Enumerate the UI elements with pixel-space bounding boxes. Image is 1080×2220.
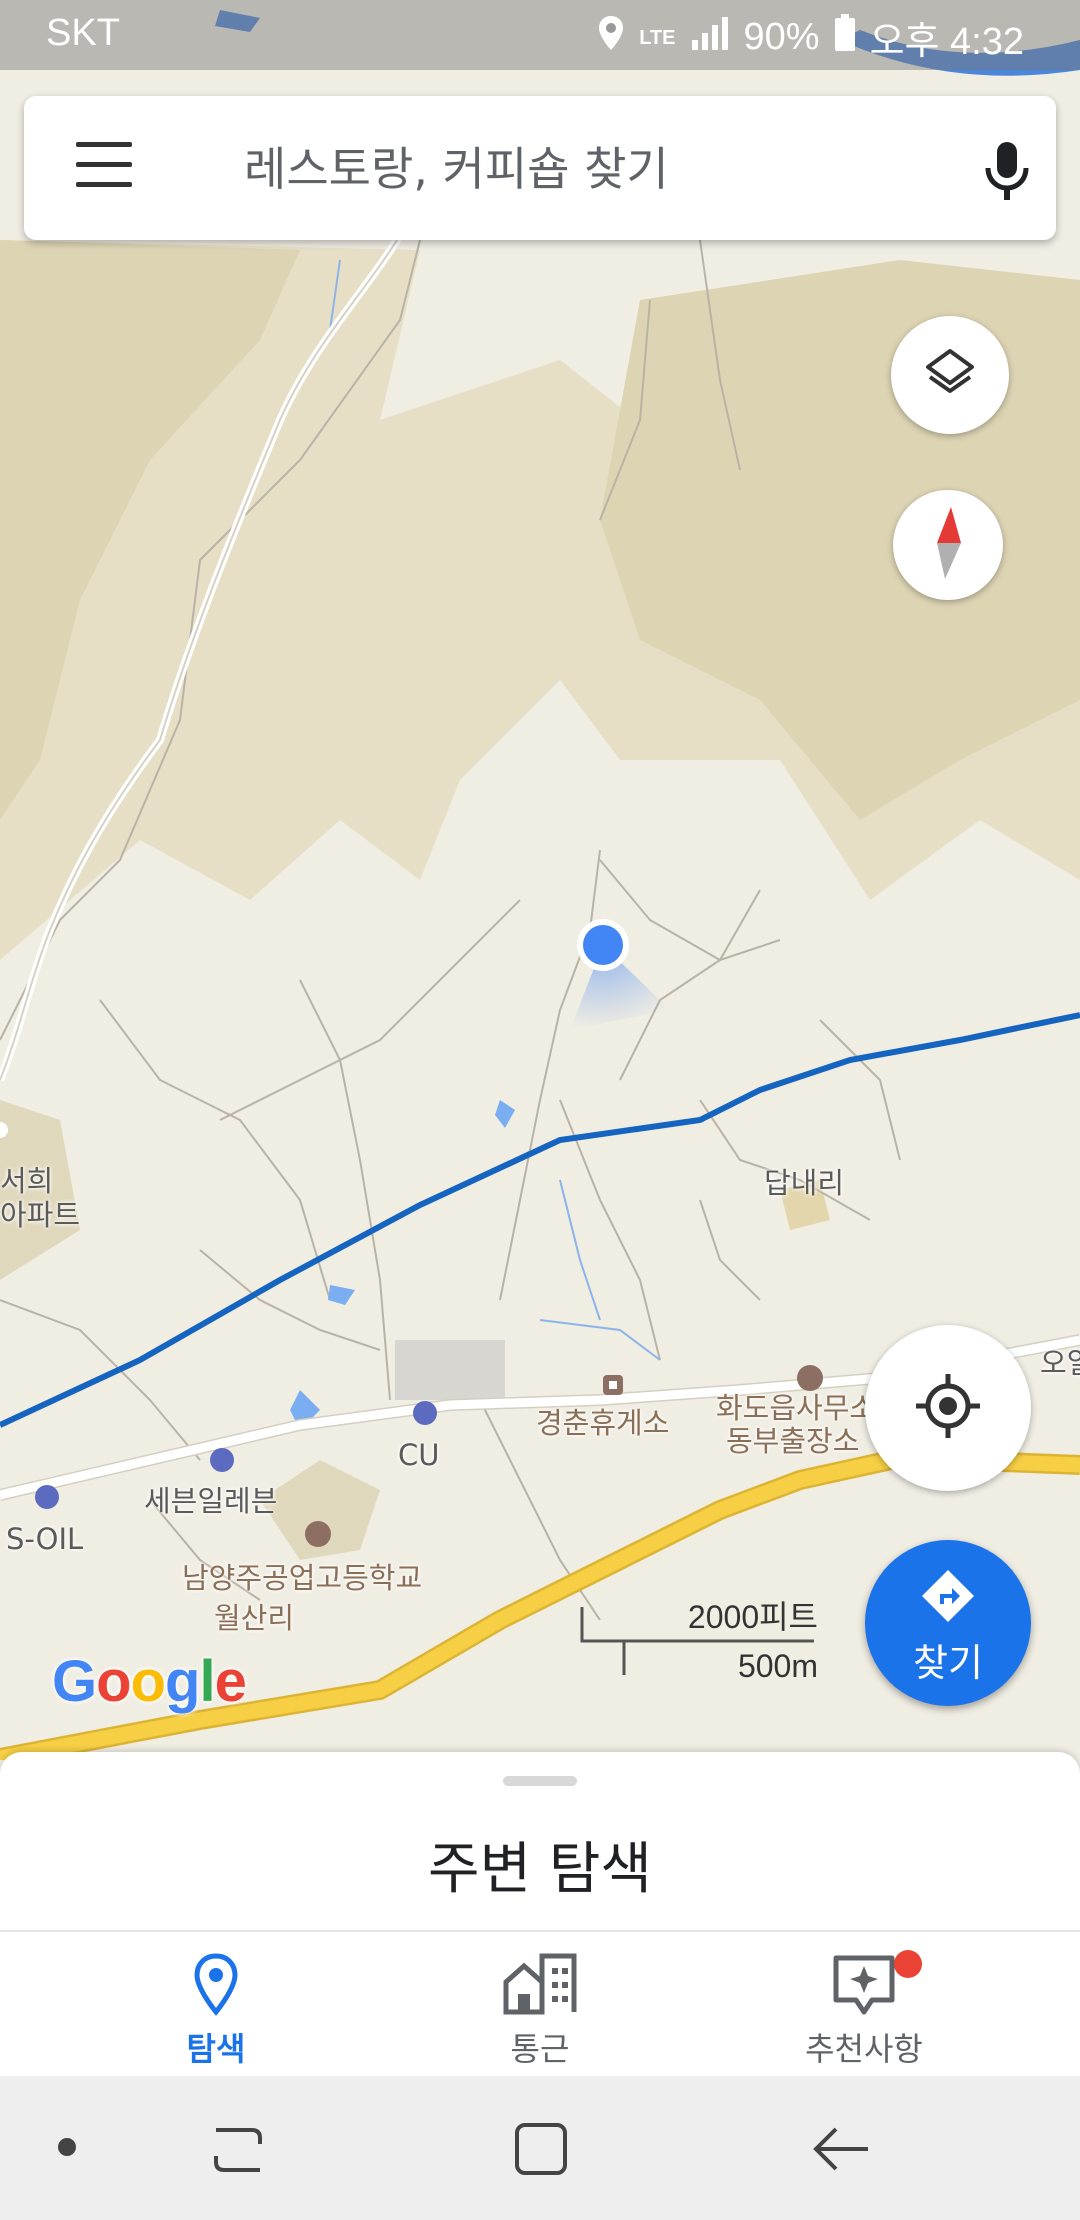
directions-button[interactable]: 찾기 [865, 1540, 1031, 1706]
nav-dot-icon [58, 2138, 76, 2156]
sheet-drag-handle[interactable] [503, 1776, 577, 1786]
google-logo-o2: o [130, 1649, 166, 1714]
mic-icon[interactable] [980, 140, 1034, 202]
google-logo-l: l [199, 1649, 215, 1714]
signal-icon [690, 16, 730, 60]
map-label-gyeongchun-rest-area: 경춘휴게소 [536, 1406, 670, 1440]
google-logo-o1: o [96, 1649, 131, 1714]
google-logo-g: G [52, 1649, 97, 1714]
map-scale: 2000피트 500m [578, 1590, 818, 1684]
search-bar [24, 96, 1056, 240]
layers-icon [922, 345, 978, 405]
location-status-icon [597, 14, 625, 62]
carrier-name: SKT [46, 12, 120, 54]
map-label-cu: CU [398, 1438, 440, 1472]
google-logo: Google [52, 1648, 247, 1715]
map-label-s-oil: S-OIL [6, 1522, 84, 1556]
system-nav-bar [0, 2076, 1080, 2220]
home-icon[interactable] [512, 2120, 570, 2182]
clock: 오후 4:32 [869, 21, 1024, 63]
scale-feet: 2000피트 [687, 1599, 818, 1635]
notification-badge [894, 1950, 922, 1978]
map-label-seven-eleven: 세븐일레븐 [144, 1484, 278, 1518]
search-input[interactable] [242, 126, 966, 212]
tab-explore-label: 탐색 [186, 2030, 246, 2068]
back-icon[interactable] [812, 2120, 872, 2182]
my-location-icon [913, 1371, 983, 1445]
location-pin-icon [178, 1952, 254, 2018]
map-label-namyangju-school: 남양주공업고등학교 [182, 1561, 423, 1595]
explore-sheet[interactable]: 주변 탐색 [0, 1752, 1080, 1932]
menu-icon[interactable] [76, 142, 132, 194]
scale-meters: 500m [737, 1648, 818, 1684]
layers-button[interactable] [891, 316, 1009, 434]
tab-commute[interactable]: 통근 [420, 1932, 660, 2078]
tab-recommendations[interactable]: 추천사항 [744, 1932, 984, 2078]
tab-explore[interactable]: 탐색 [96, 1932, 336, 2078]
battery-percent: 90% [743, 16, 820, 58]
tab-commute-label: 통근 [510, 2030, 570, 2068]
battery-icon [834, 13, 856, 62]
network-type: LTE [639, 26, 676, 49]
google-logo-g2: g [165, 1649, 200, 1714]
sparkle-icon [826, 1952, 902, 2018]
compass-icon [923, 503, 973, 587]
map-label-dapnae-ri: 답내리 [764, 1166, 845, 1200]
compass-button[interactable] [893, 490, 1003, 600]
my-location-button[interactable] [865, 1325, 1031, 1491]
bottom-tab-bar: 탐색 통근 추천사항 [0, 1930, 1080, 2078]
directions-label: 찾기 [913, 1641, 983, 1685]
commute-buildings-icon [502, 1952, 578, 2018]
recent-apps-icon[interactable] [210, 2122, 266, 2182]
google-logo-e: e [214, 1649, 247, 1714]
map-label-edge: 오일 [1040, 1346, 1080, 1380]
sheet-title: 주변 탐색 [428, 1837, 652, 1902]
map-label-east-branch: 동부출장소 [726, 1424, 860, 1458]
directions-icon [920, 1568, 976, 1628]
map-label-apartment: 아파트 [0, 1198, 81, 1232]
map-label-wolsan-ri: 월산리 [214, 1601, 295, 1635]
map-view[interactable]: 서희 아파트 답내리 경춘휴게소 화도읍사무소 동부출장소 오일 CU 세븐일레… [0, 0, 1080, 1760]
status-bar: SKT LTE 90% 오후 4:32 [0, 0, 1080, 70]
tab-recommendations-label: 추천사항 [805, 2030, 923, 2068]
